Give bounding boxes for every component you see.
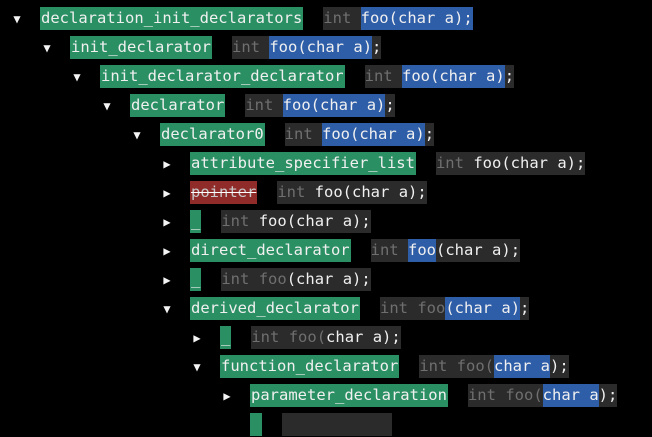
tree-row[interactable]: ▶ attribute_specifier_list int foo(char … (160, 151, 586, 176)
tree-row[interactable]: ▶ _ int foo(char a); (190, 325, 401, 350)
source-type: int (323, 9, 352, 27)
node-label[interactable]: declarator0 (160, 123, 265, 146)
tree-row[interactable]: ▶ _ int foo(char a); (160, 209, 371, 234)
tree-row[interactable]: ▼ function_declarator int foo(char a); (190, 354, 569, 379)
tree-row[interactable]: ▼ derived_declarator int foo(char a); (160, 296, 530, 321)
tree-row[interactable]: ▶ parameter_declaration int foo(char a); (220, 383, 618, 408)
node-label[interactable]: function_declarator (220, 355, 400, 378)
source-snippet: int foo(char a); (370, 239, 521, 262)
parse-tree: ▼ declaration_init_declarators int foo(c… (0, 0, 652, 436)
tree-row[interactable]: ▼ init_declarator_declarator int foo(cha… (70, 64, 515, 89)
source-snippet: int foo(char a); (277, 181, 427, 204)
node-label[interactable]: _ (220, 326, 232, 349)
node-label[interactable]: attribute_specifier_list (190, 152, 416, 175)
node-label[interactable]: declaration_init_declarators (40, 7, 304, 30)
source-name: foo (360, 7, 389, 30)
node-label-partial (250, 413, 262, 436)
node-label[interactable]: init_declarator_declarator (100, 65, 345, 88)
collapse-toggle-icon[interactable]: ▶ (190, 331, 204, 345)
expand-toggle-icon[interactable]: ▼ (40, 41, 54, 55)
tree-row[interactable]: ▶ _ int foo(char a); (160, 267, 371, 292)
source-snippet: int foo(char a); (245, 94, 395, 117)
source-snippet: int foo(char a); (467, 384, 618, 407)
expand-toggle-icon[interactable]: ▼ (130, 128, 144, 142)
collapse-toggle-icon[interactable]: ▶ (160, 157, 174, 171)
collapse-toggle-icon[interactable]: ▶ (160, 244, 174, 258)
expand-toggle-icon[interactable]: ▼ (10, 12, 24, 26)
expand-toggle-icon[interactable]: ▼ (160, 302, 174, 316)
source-snippet: int foo(char a); (231, 36, 382, 59)
source-snippet: int foo(char a); (221, 268, 371, 291)
tree-row[interactable]: ▼ declaration_init_declarators int foo(c… (10, 6, 473, 31)
expand-toggle-icon[interactable]: ▼ (190, 360, 204, 374)
node-label[interactable]: _ (190, 268, 202, 291)
expand-toggle-icon[interactable]: ▼ (70, 70, 84, 84)
tree-row[interactable]: ▶ direct_declarator int foo(char a); (160, 238, 521, 263)
expand-toggle-icon[interactable]: ▼ (100, 99, 114, 113)
collapse-toggle-icon[interactable]: ▶ (160, 215, 174, 229)
node-label[interactable]: derived_declarator (190, 297, 360, 320)
source-snippet: int foo(char a); (379, 297, 530, 320)
source-snippet: int foo(char a); (284, 123, 435, 146)
node-label[interactable]: direct_declarator (190, 239, 351, 262)
tree-row[interactable]: ▼ declarator int foo(char a); (100, 93, 395, 118)
source-snippet: int foo(char a); (251, 326, 401, 349)
tree-row-partial (220, 412, 392, 437)
tree-row[interactable]: ▼ init_declarator int foo(char a); (40, 35, 382, 60)
node-label[interactable]: declarator (130, 94, 226, 117)
collapse-toggle-icon[interactable]: ▶ (160, 273, 174, 287)
source-snippet-partial (282, 413, 392, 436)
source-snippet: int foo(char a); (323, 7, 473, 30)
source-snippet: int foo(char a); (419, 355, 569, 378)
source-snippet: int foo(char a); (221, 210, 371, 233)
node-label[interactable]: parameter_declaration (250, 384, 448, 407)
node-label[interactable]: _ (190, 210, 202, 233)
collapse-toggle-icon (220, 418, 234, 432)
node-label[interactable]: init_declarator (70, 36, 212, 59)
tree-row[interactable]: ▶ pointer int foo(char a); (160, 180, 427, 205)
source-snippet: int foo(char a); (364, 65, 515, 88)
source-snippet: int foo(char a); (435, 152, 586, 175)
tree-row[interactable]: ▼ declarator0 int foo(char a); (130, 122, 435, 147)
collapse-toggle-icon[interactable]: ▶ (220, 389, 234, 403)
node-label-error[interactable]: pointer (190, 181, 258, 204)
collapse-toggle-icon[interactable]: ▶ (160, 186, 174, 200)
